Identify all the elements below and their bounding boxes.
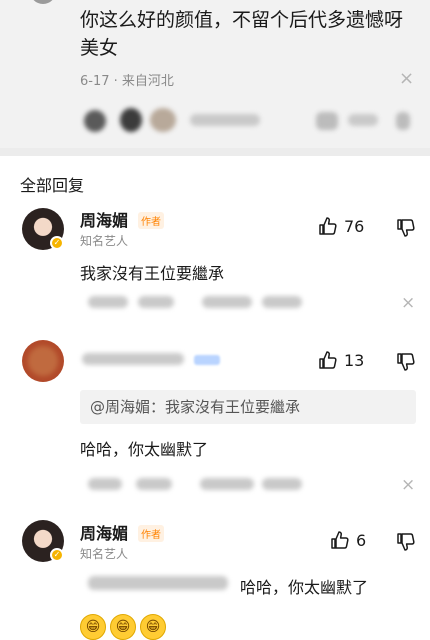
- user-name[interactable]: 周海媚: [80, 520, 128, 544]
- blurred-text: [262, 478, 302, 490]
- close-icon[interactable]: ×: [401, 475, 415, 495]
- quoted-reply[interactable]: @周海媚：我家沒有王位要繼承: [80, 390, 416, 424]
- like-button[interactable]: 76: [318, 216, 364, 236]
- blurred-avatar: [28, 346, 58, 376]
- top-comment-text: 你这么好的颜值，不留个后代多遗憾呀美女: [80, 9, 404, 59]
- top-comment-meta: 6-17 · 来自河北: [80, 74, 174, 89]
- dislike-button[interactable]: [396, 352, 416, 376]
- verified-badge-icon: ✓: [50, 236, 64, 250]
- top-comment: 你这么好的颜值，不留个后代多遗憾呀美女 6-17 · 来自河北 ×: [0, 0, 430, 148]
- blurred-avatar: [120, 108, 142, 132]
- blurred-user-name[interactable]: [82, 353, 184, 365]
- blurred-text: [202, 296, 252, 308]
- like-count: 6: [356, 530, 367, 550]
- blurred-icon: [396, 112, 410, 130]
- close-icon[interactable]: ×: [401, 293, 415, 313]
- blurred-likers-row: [80, 104, 420, 136]
- grinning-face-emoji: 😁: [110, 614, 136, 640]
- vip-badge-icon: [194, 355, 220, 365]
- section-divider: [0, 148, 430, 156]
- thumbs-up-icon: [331, 531, 349, 549]
- blurred-avatar: [84, 110, 106, 132]
- verified-badge-icon: ✓: [50, 548, 64, 562]
- user-title: 知名艺人: [80, 234, 129, 248]
- dislike-button[interactable]: [396, 218, 416, 242]
- like-count: 13: [344, 350, 365, 370]
- emoji-row: 😁 😁 😁: [80, 614, 166, 640]
- blurred-text: [88, 478, 122, 490]
- dislike-button[interactable]: [396, 532, 416, 556]
- avatar[interactable]: [22, 340, 64, 382]
- thumbs-up-icon: [319, 217, 337, 235]
- thumbs-up-icon: [319, 351, 337, 369]
- blurred-text: [136, 478, 172, 490]
- close-icon[interactable]: ×: [399, 68, 414, 89]
- blurred-text: [348, 114, 378, 126]
- thumbs-down-icon: [397, 353, 415, 371]
- thumbs-down-icon: [397, 219, 415, 237]
- blurred-reply-prefix: [88, 576, 228, 590]
- reply-text: 哈哈，你太幽默了: [80, 440, 209, 459]
- user-title: 知名艺人: [80, 547, 129, 561]
- reply-text: 哈哈，你太幽默了: [240, 578, 369, 597]
- like-count: 76: [344, 216, 365, 236]
- user-name[interactable]: 周海媚: [80, 207, 128, 231]
- author-tag: 作者: [138, 525, 164, 542]
- blurred-avatar: [150, 108, 176, 132]
- grinning-face-emoji: 😁: [140, 614, 166, 640]
- blurred-text: [190, 114, 260, 126]
- blurred-text: [262, 296, 302, 308]
- blurred-text: [138, 296, 174, 308]
- section-title: 全部回复: [20, 176, 85, 195]
- grinning-face-emoji: 😁: [80, 614, 106, 640]
- blurred-text: [88, 296, 128, 308]
- top-comment-avatar[interactable]: [30, 0, 56, 4]
- reply-text: 我家沒有王位要繼承: [80, 264, 225, 283]
- author-tag: 作者: [138, 212, 164, 229]
- like-button[interactable]: 6: [330, 530, 366, 550]
- blurred-text: [200, 478, 254, 490]
- thumbs-down-icon: [397, 533, 415, 551]
- blurred-icon: [316, 112, 338, 130]
- like-button[interactable]: 13: [318, 350, 364, 370]
